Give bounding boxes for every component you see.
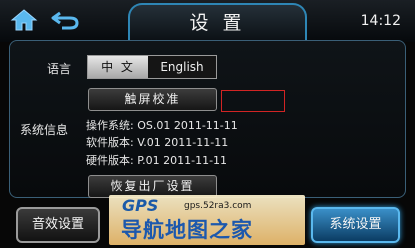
system-settings-button[interactable]: 系统设置 — [311, 207, 400, 243]
touch-calibration-button[interactable]: 触屏校准 — [88, 88, 217, 111]
watermark-name: 导航地图之家 — [121, 218, 253, 242]
language-option-english[interactable]: English — [149, 56, 215, 78]
software-version: 软件版本: V.01 2011-11-11 — [86, 136, 229, 149]
sound-settings-button[interactable]: 音效设置 — [16, 207, 100, 243]
hardware-version: 硬件版本: P.01 2011-11-11 — [86, 154, 228, 167]
language-label: 语言 — [47, 62, 72, 76]
system-info-label: 系统信息 — [20, 123, 69, 137]
back-icon[interactable] — [50, 9, 80, 31]
watermark-brand: GPS — [122, 196, 159, 215]
watermark-url: gps.52ra3.com — [184, 201, 252, 211]
language-option-chinese[interactable]: 中 文 — [88, 56, 148, 78]
highlight-box — [221, 90, 285, 112]
home-icon[interactable] — [10, 8, 38, 32]
os-version: 操作系统: OS.01 2011-11-11 — [86, 119, 238, 132]
clock: 14:12 — [360, 13, 401, 29]
page-title: 设置 — [189, 12, 256, 34]
